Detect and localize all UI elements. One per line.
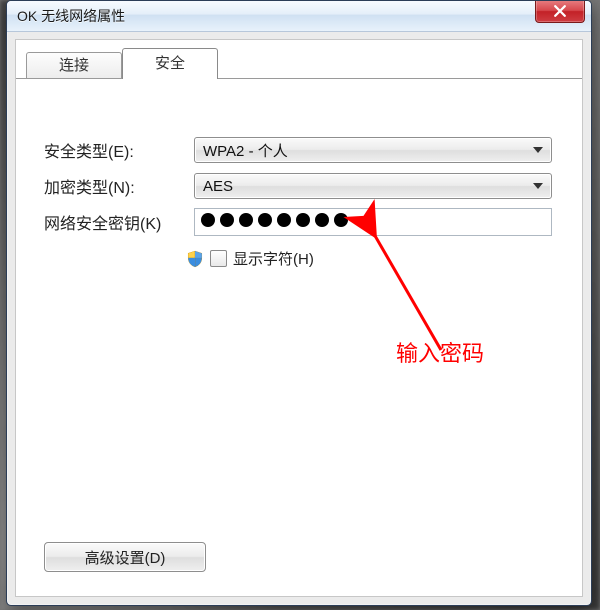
chevron-down-icon <box>533 147 543 153</box>
advanced-settings-button[interactable]: 高级设置(D) <box>44 542 206 572</box>
row-encryption-type: 加密类型(N): AES <box>44 168 552 204</box>
show-characters-checkbox[interactable] <box>210 250 227 267</box>
password-mask <box>201 213 353 231</box>
show-characters-label: 显示字符(H) <box>233 248 314 269</box>
close-icon <box>554 5 566 17</box>
security-type-label: 安全类型(E): <box>44 138 194 162</box>
row-security-type: 安全类型(E): WPA2 - 个人 <box>44 132 552 168</box>
network-key-input[interactable] <box>194 208 552 236</box>
tab-security[interactable]: 安全 <box>122 48 218 79</box>
titlebar: OK 无线网络属性 <box>7 1 591 32</box>
dialog-window: OK 无线网络属性 连接 安全 安全类型(E): WPA2 - 个人 加密类型(… <box>6 0 592 606</box>
network-key-label: 网络安全密钥(K) <box>44 210 194 234</box>
tab-separator <box>16 78 582 79</box>
security-form: 安全类型(E): WPA2 - 个人 加密类型(N): AES 网络安全密钥(K… <box>44 132 552 269</box>
row-show-characters: 显示字符(H) <box>186 248 552 269</box>
row-network-key: 网络安全密钥(K) <box>44 204 552 240</box>
advanced-settings-label: 高级设置(D) <box>85 547 166 568</box>
encryption-type-value: AES <box>203 178 233 195</box>
encryption-type-label: 加密类型(N): <box>44 174 194 198</box>
security-type-dropdown[interactable]: WPA2 - 个人 <box>194 137 552 163</box>
annotation-text: 输入密码 <box>396 336 484 368</box>
close-button[interactable] <box>535 0 585 23</box>
tab-connect[interactable]: 连接 <box>26 52 122 79</box>
encryption-type-dropdown[interactable]: AES <box>194 173 552 199</box>
chevron-down-icon <box>533 183 543 189</box>
tab-strip: 连接 安全 <box>26 48 218 78</box>
window-title: OK 无线网络属性 <box>17 6 125 26</box>
shield-icon <box>186 250 204 268</box>
client-area: 连接 安全 安全类型(E): WPA2 - 个人 加密类型(N): AES <box>15 39 583 597</box>
security-type-value: WPA2 - 个人 <box>203 140 288 161</box>
